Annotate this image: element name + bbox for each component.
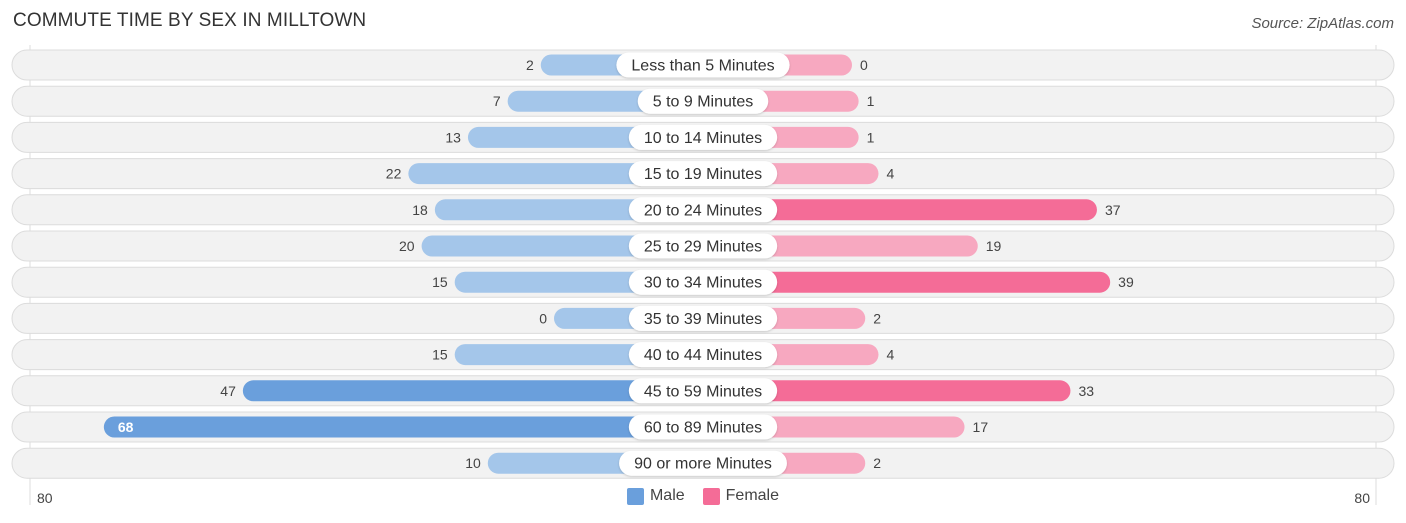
- chart-row: 15 to 19 Minutes 22 4: [11, 158, 1395, 190]
- chart-row: 25 to 29 Minutes 20 19: [11, 230, 1395, 262]
- category-label: Less than 5 Minutes: [631, 58, 774, 75]
- value-label-male: 2: [526, 57, 534, 73]
- value-label-male: 10: [465, 455, 481, 471]
- value-label-male: 20: [399, 238, 415, 254]
- chart-row: 45 to 59 Minutes 47 33: [11, 375, 1395, 407]
- bar-male: [103, 416, 704, 438]
- value-label-female: 0: [860, 57, 868, 73]
- category-label: 15 to 19 Minutes: [644, 166, 762, 183]
- value-label-male: 68: [118, 419, 134, 435]
- category-label: 30 to 34 Minutes: [644, 275, 762, 292]
- value-label-male: 7: [493, 93, 501, 109]
- value-label-male: 15: [432, 274, 448, 290]
- category-label: 20 to 24 Minutes: [644, 202, 762, 219]
- legend-label-female: Female: [725, 487, 780, 504]
- chart-row: 40 to 44 Minutes 15 4: [11, 339, 1395, 371]
- category-label: 25 to 29 Minutes: [644, 239, 762, 256]
- value-label-male: 0: [539, 310, 547, 326]
- chart-row: 60 to 89 Minutes 68 17: [11, 411, 1395, 443]
- value-label-female: 4: [886, 347, 894, 363]
- value-label-male: 13: [445, 129, 461, 145]
- chart-row: 5 to 9 Minutes 7 1: [11, 85, 1395, 117]
- value-label-male: 22: [386, 166, 402, 182]
- legend-swatch-male: [626, 487, 644, 505]
- value-label-female: 2: [873, 455, 881, 471]
- value-label-female: 1: [867, 93, 875, 109]
- category-label: 45 to 59 Minutes: [644, 383, 762, 400]
- category-label: 5 to 9 Minutes: [653, 94, 754, 111]
- value-label-male: 18: [412, 202, 428, 218]
- value-label-male: 15: [432, 347, 448, 363]
- legend-swatch-female: [702, 487, 720, 505]
- value-label-female: 19: [986, 238, 1002, 254]
- category-label: 10 to 14 Minutes: [644, 130, 762, 147]
- category-label: 90 or more Minutes: [634, 456, 772, 473]
- legend-item-female[interactable]: Female: [702, 487, 780, 505]
- category-label: 35 to 39 Minutes: [644, 311, 762, 328]
- value-label-female: 37: [1105, 202, 1121, 218]
- category-label: 40 to 44 Minutes: [644, 347, 762, 364]
- chart-row: 90 or more Minutes 10 2: [11, 447, 1395, 479]
- chart-row: 10 to 14 Minutes 13 1: [11, 121, 1395, 153]
- category-label: 60 to 89 Minutes: [644, 420, 762, 437]
- value-label-female: 2: [873, 310, 881, 326]
- chart-row: 35 to 39 Minutes 0 2: [11, 302, 1395, 334]
- value-label-female: 4: [886, 166, 894, 182]
- legend-item-male[interactable]: Male: [626, 487, 685, 505]
- legend-label-male: Male: [649, 487, 685, 504]
- value-label-female: 39: [1118, 274, 1134, 290]
- chart-canvas: Less than 5 Minutes2 05 to 9 Minutes7 110 …: [11, 45, 1395, 506]
- value-label-male: 47: [220, 383, 236, 399]
- legend: Male Female: [0, 487, 1406, 505]
- chart-row: 20 to 24 Minutes 18 37: [11, 194, 1395, 226]
- value-label-female: 17: [973, 419, 989, 435]
- value-label-female: 33: [1078, 383, 1094, 399]
- chart-row: Less than 5 Minutes 2 0: [11, 49, 1395, 81]
- value-label-female: 1: [867, 129, 875, 145]
- chart-row: 30 to 34 Minutes 15 39: [11, 266, 1395, 298]
